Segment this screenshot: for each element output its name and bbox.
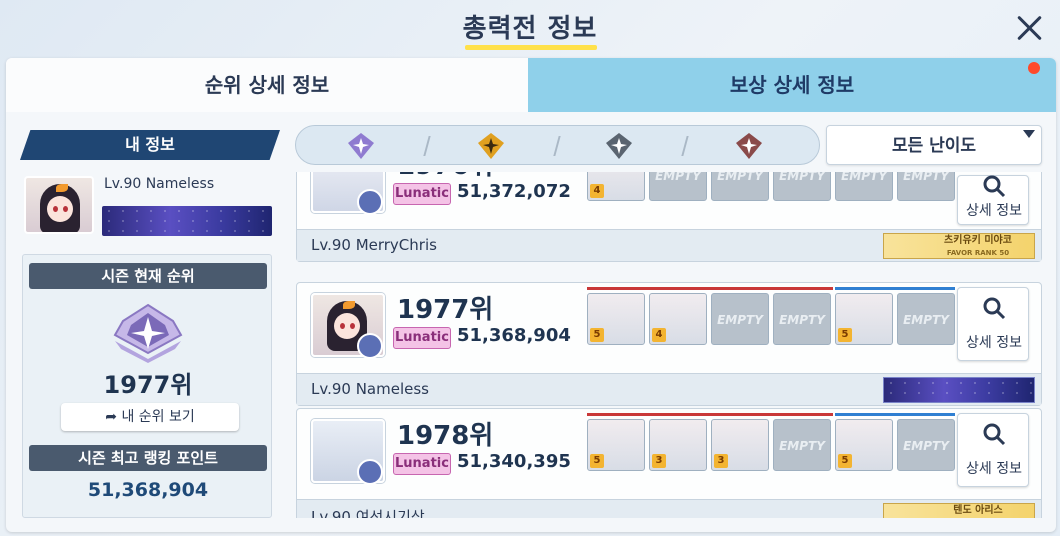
detail-label: 상세 정보 bbox=[966, 461, 1022, 477]
empty-slot[interactable]: EMPTY bbox=[773, 293, 831, 345]
emblem-dark-icon[interactable] bbox=[602, 131, 636, 161]
separator bbox=[681, 136, 689, 156]
view-my-rank-label: 내 순위 보기 bbox=[121, 409, 195, 425]
detail-button[interactable]: 상세 정보 bbox=[957, 413, 1029, 487]
difficulty-dropdown[interactable]: 모든 난이도 bbox=[826, 125, 1042, 165]
team-slot[interactable]: 4 bbox=[587, 172, 645, 201]
avatar-badge-icon bbox=[357, 333, 383, 359]
season-rank-label: 시즌 현재 순위 bbox=[29, 263, 267, 289]
season-info-box: 시즌 현재 순위 1977위 ➦ 내 순위 보기 시즌 최고 랭킹 포인트 51… bbox=[22, 254, 272, 518]
difficulty-badge: Lunatic bbox=[393, 183, 451, 205]
empty-slot[interactable]: EMPTY bbox=[773, 419, 831, 471]
team-slot[interactable]: 3 bbox=[711, 419, 769, 471]
team-slot[interactable]: 5 bbox=[587, 293, 645, 345]
empty-slot[interactable]: EMPTY bbox=[711, 293, 769, 345]
score-value: 51,340,395 bbox=[457, 451, 571, 472]
ranking-row[interactable]: 1978위 Lunatic 51,340,395 5 3 3 EMPTY 5 E… bbox=[296, 408, 1042, 518]
team-slot[interactable]: 5 bbox=[587, 419, 645, 471]
favor-banner-name: 츠키유키 미야코 bbox=[944, 235, 1012, 246]
empty-slot[interactable]: EMPTY bbox=[711, 172, 769, 201]
emblem-purple-icon[interactable] bbox=[344, 131, 378, 161]
rank-number: 1978위 bbox=[397, 421, 494, 451]
detail-label: 상세 정보 bbox=[966, 335, 1022, 351]
team-slot[interactable]: 3 bbox=[649, 419, 707, 471]
empty-slot[interactable]: EMPTY bbox=[897, 172, 955, 201]
score-value: 51,368,904 bbox=[457, 325, 571, 346]
empty-slot[interactable]: EMPTY bbox=[835, 172, 893, 201]
dropdown-caret-icon bbox=[1023, 130, 1035, 138]
emblem-red-icon[interactable] bbox=[732, 131, 766, 161]
difficulty-badge: Lunatic bbox=[393, 453, 451, 475]
best-points-value: 51,368,904 bbox=[87, 479, 209, 501]
ranking-row[interactable]: 1977위 Lunatic 51,368,904 5 4 EMPTY EMPTY… bbox=[296, 282, 1042, 406]
my-info-panel: 내 정보 Lv.90 Nameless 시즌 현재 순위 1977위 ➦ 내 순… bbox=[20, 130, 282, 520]
detail-button[interactable]: 상세 정보 bbox=[957, 287, 1029, 361]
team-slot[interactable]: 5 bbox=[835, 293, 893, 345]
emblem-gold-icon[interactable] bbox=[474, 131, 508, 161]
detail-button[interactable]: 상세 정보 bbox=[957, 175, 1029, 225]
ranking-row[interactable]: 1976위 Lunatic 51,372,072 4 EMPTY EMPTY E… bbox=[296, 172, 1042, 262]
detail-label: 상세 정보 bbox=[966, 203, 1022, 219]
best-points-label: 시즌 최고 랭킹 포인트 bbox=[29, 445, 267, 471]
magnifier-icon bbox=[983, 423, 1006, 446]
separator bbox=[423, 136, 431, 156]
ranking-list[interactable]: 1976위 Lunatic 51,372,072 4 EMPTY EMPTY E… bbox=[296, 172, 1042, 518]
page-title: 총력전 정보 bbox=[462, 14, 598, 44]
my-avatar bbox=[24, 176, 94, 234]
striker-team-line bbox=[587, 413, 833, 416]
magnifier-icon bbox=[983, 297, 1006, 320]
tab-rank-details[interactable]: 순위 상세 정보 bbox=[6, 58, 528, 112]
season-rank-emblem-icon bbox=[113, 303, 183, 363]
striker-team-line bbox=[587, 287, 833, 290]
header: 총력전 정보 bbox=[0, 0, 1060, 56]
view-my-rank-button[interactable]: ➦ 내 순위 보기 bbox=[61, 403, 239, 431]
separator bbox=[553, 136, 561, 156]
favor-banner: 츠키유키 미야코 FAVOR RANK 50 bbox=[883, 233, 1035, 259]
my-profile-banner bbox=[102, 206, 272, 236]
title-underline bbox=[465, 45, 597, 50]
team-slot[interactable]: 4 bbox=[649, 293, 707, 345]
empty-slot[interactable]: EMPTY bbox=[897, 419, 955, 471]
difficulty-selected-label: 모든 난이도 bbox=[891, 136, 977, 156]
rank-number: 1977위 bbox=[397, 295, 494, 325]
profile-banner bbox=[883, 377, 1035, 403]
share-arrow-icon: ➦ bbox=[105, 409, 122, 425]
empty-slot[interactable]: EMPTY bbox=[649, 172, 707, 201]
season-rank-value: 1977위 bbox=[103, 371, 193, 399]
score-value: 51,372,072 bbox=[457, 181, 571, 202]
difficulty-badge: Lunatic bbox=[393, 327, 451, 349]
notification-dot bbox=[1028, 62, 1040, 74]
special-team-line bbox=[835, 413, 955, 416]
player-name: Lv.90 MerryChris bbox=[311, 236, 437, 254]
favor-banner-rank: FAVOR RANK 50 bbox=[946, 249, 1010, 257]
avatar-badge-icon bbox=[357, 189, 383, 215]
close-button[interactable] bbox=[1012, 10, 1048, 46]
avatar-badge-icon bbox=[357, 459, 383, 485]
tab-reward-details[interactable]: 보상 상세 정보 bbox=[528, 58, 1056, 112]
empty-slot[interactable]: EMPTY bbox=[897, 293, 955, 345]
player-name: Lv.90 Nameless bbox=[311, 380, 429, 398]
empty-slot[interactable]: EMPTY bbox=[773, 172, 831, 201]
favor-banner: 텐도 아리스 bbox=[883, 503, 1035, 518]
favor-banner-name: 텐도 아리스 bbox=[953, 505, 1003, 516]
player-name: Lv.90 여선시기상 bbox=[311, 508, 425, 518]
magnifier-icon bbox=[983, 175, 1006, 198]
difficulty-tier-bar bbox=[295, 125, 820, 165]
team-slot[interactable]: 5 bbox=[835, 419, 893, 471]
special-team-line bbox=[835, 287, 955, 290]
my-player-name: Lv.90 Nameless bbox=[104, 176, 215, 192]
my-info-header: 내 정보 bbox=[20, 130, 280, 160]
